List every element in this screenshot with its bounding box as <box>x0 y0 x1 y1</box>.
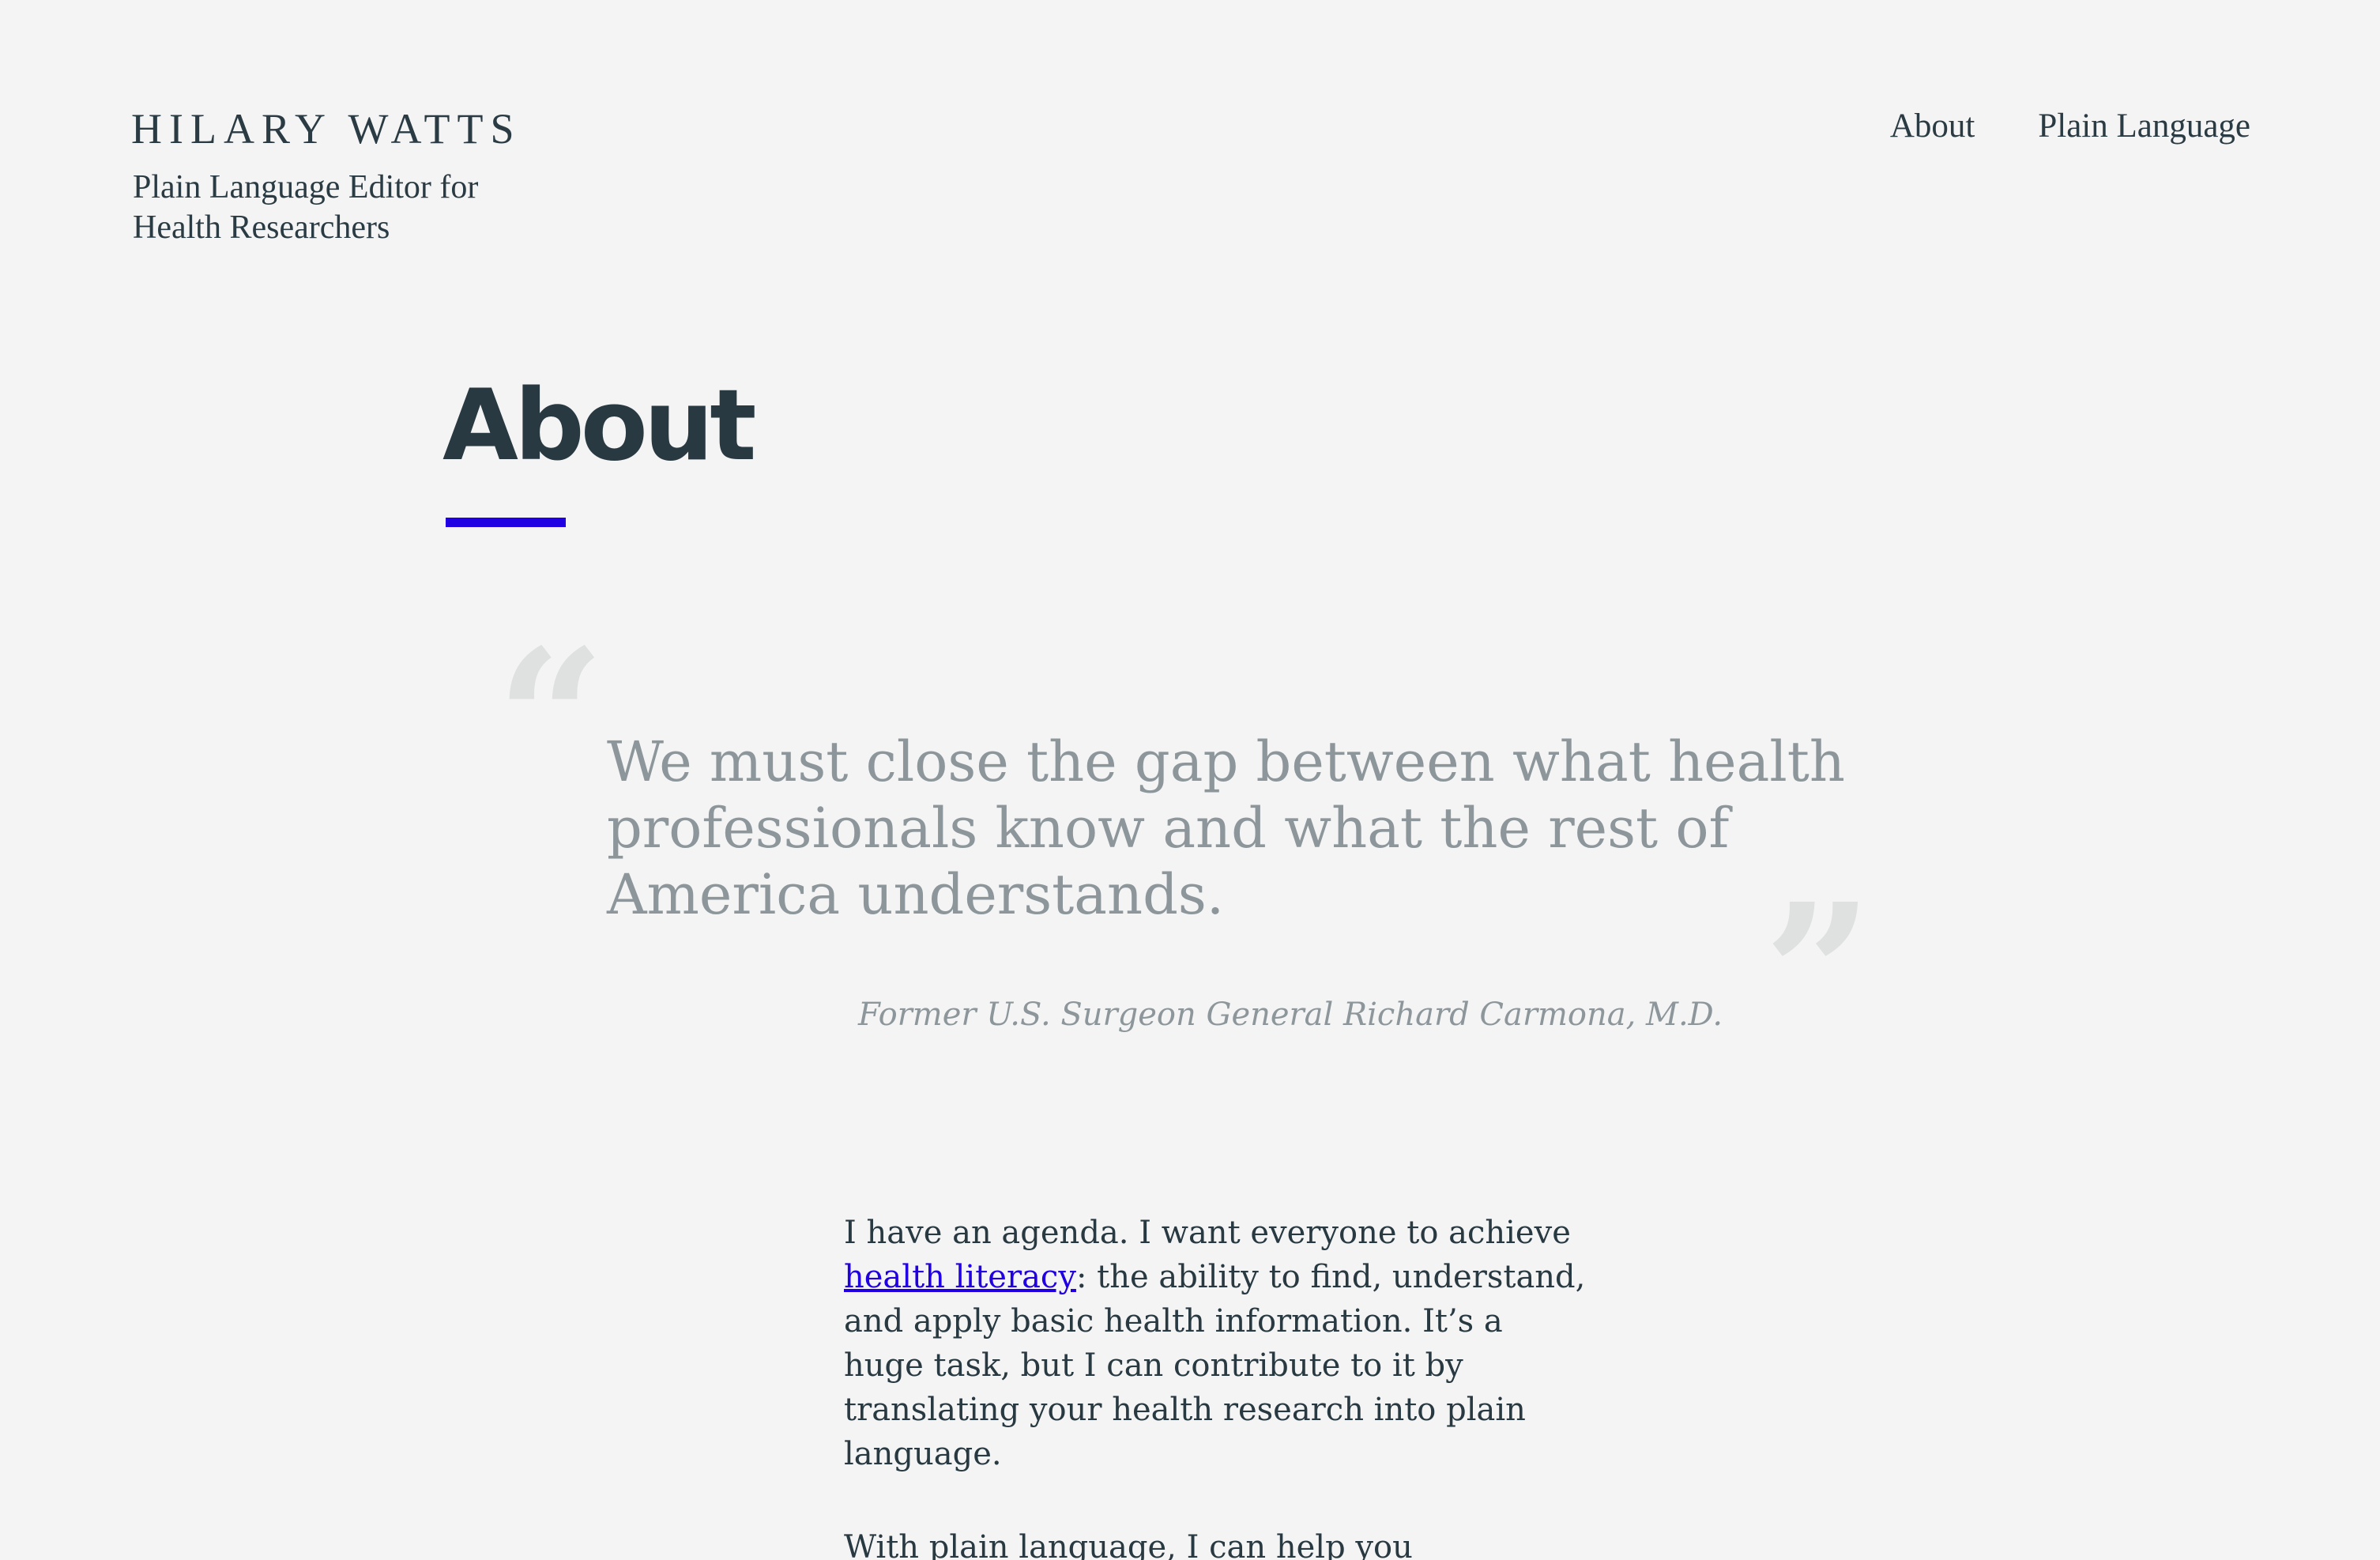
open-quote-icon: “ <box>496 608 606 831</box>
nav-link-plain-language[interactable]: Plain Language <box>2038 104 2250 149</box>
quote-citation: Former U.S. Surgeon General Richard Carm… <box>858 997 1723 1033</box>
page-title: About <box>442 369 756 483</box>
second-paragraph: With plain language, I can help you comm… <box>844 1529 1413 1560</box>
intro-paragraph: I have an agenda. I want everyone to ach… <box>844 1211 1587 1476</box>
close-quote-icon: ” <box>1764 862 1873 1085</box>
site-tagline: Plain Language Editor for Health Researc… <box>133 169 479 246</box>
site-title[interactable]: HILARY WATTS <box>131 107 522 150</box>
quote-text: We must close the gap between what healt… <box>607 729 1845 927</box>
health-literacy-link[interactable]: health literacy <box>844 1259 1076 1295</box>
main-nav: About Plain Language <box>1890 104 2250 149</box>
nav-link-about[interactable]: About <box>1890 104 1975 149</box>
intro-text-start: I have an agenda. I want everyone to ach… <box>844 1215 1571 1251</box>
title-underline <box>446 518 566 527</box>
